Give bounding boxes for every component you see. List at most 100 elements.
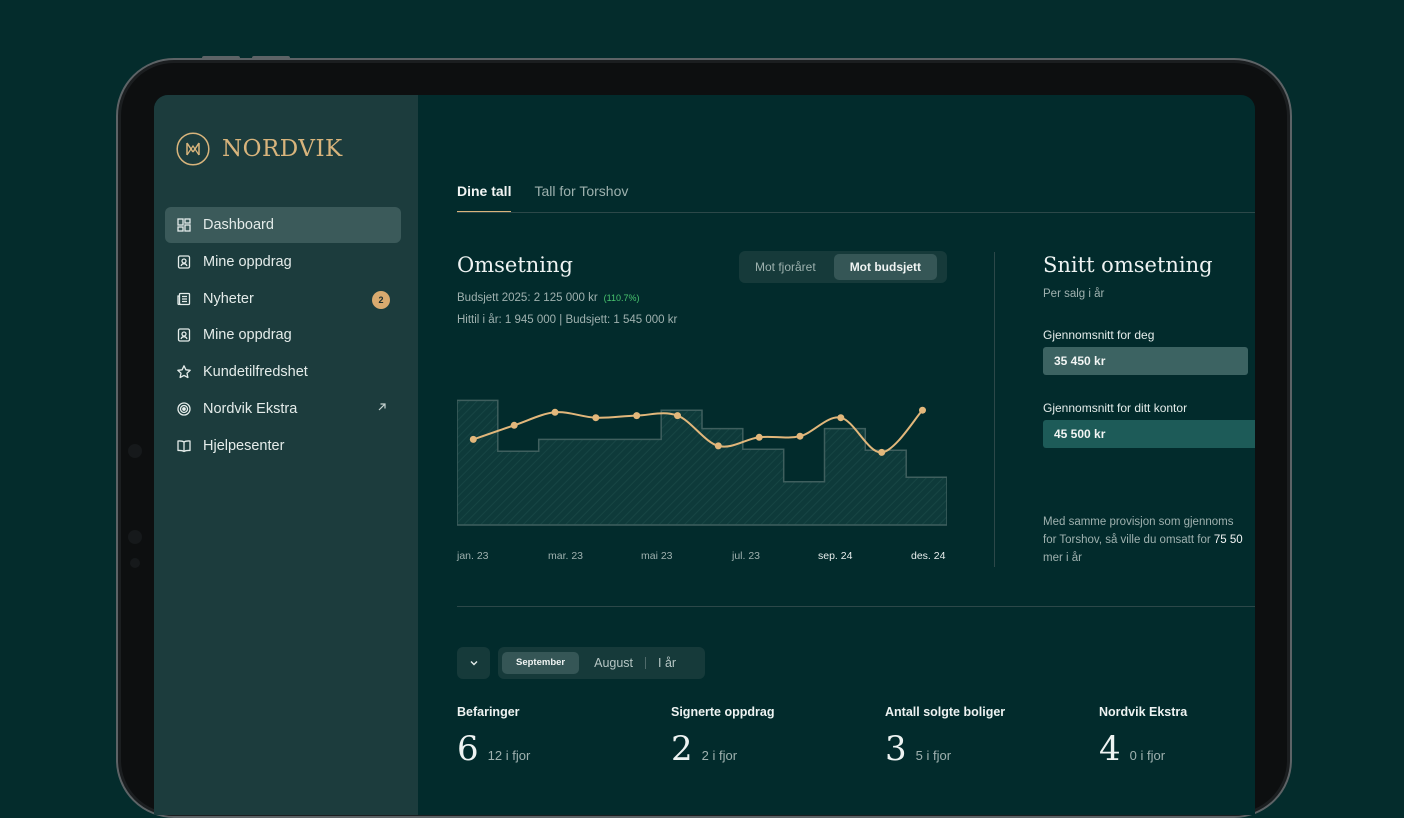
revenue-point[interactable]	[469, 435, 477, 443]
section-divider	[994, 252, 995, 567]
sidebar-item-label: Mine oppdrag	[203, 253, 292, 270]
toggle-mot-fjoraret[interactable]: Mot fjoråret	[739, 254, 832, 280]
stat-value: 4	[1099, 729, 1121, 769]
tab-tall-for-torshov[interactable]: Tall for Torshov	[534, 183, 628, 213]
revenue-point[interactable]	[633, 412, 641, 420]
you-average-bar: 35 450 kr	[1043, 347, 1248, 375]
x-tick-label: jan. 23	[457, 550, 489, 562]
revenue-point[interactable]	[592, 414, 600, 422]
sidebar-item-hjelpesenter[interactable]: Hjelpesenter	[165, 428, 401, 464]
id-badge-icon	[176, 254, 192, 270]
revenue-point[interactable]	[551, 408, 559, 416]
x-tick-label: mar. 23	[548, 550, 584, 562]
sidebar-item-label: Nyheter	[203, 290, 254, 307]
brand-name: NORDVIK	[222, 136, 343, 162]
device-button	[252, 56, 290, 60]
newspaper-icon	[176, 291, 192, 307]
period-separator	[645, 657, 647, 669]
stat-befaringer: Befaringer 6 12 i fjor	[457, 705, 530, 769]
sidebar-item-dashboard[interactable]: Dashboard	[165, 207, 401, 243]
revenue-point[interactable]	[837, 414, 845, 422]
comparison-toggle: Mot fjoråret Mot budsjett	[739, 251, 947, 283]
stat-previous: 12 i fjor	[487, 748, 531, 763]
budget-text: Budsjett 2025: 2 125 000 kr	[457, 292, 598, 304]
note-line: mer i år	[1043, 552, 1082, 564]
x-tick-label: jul. 23	[732, 550, 761, 562]
notification-badge: 2	[372, 290, 390, 309]
main-content: Dine tall Tall for Torshov Omsetning Bud…	[418, 95, 1255, 815]
x-tick-label: sep. 24	[818, 550, 853, 562]
revenue-point[interactable]	[755, 433, 763, 441]
snitt-subtitle: Per salg i år	[1043, 288, 1105, 300]
stat-value: 6	[457, 729, 479, 769]
x-tick-label: des. 24	[911, 550, 946, 562]
external-link-icon	[378, 403, 386, 411]
revenue-point[interactable]	[510, 421, 518, 429]
omsetning-chart	[457, 399, 947, 526]
period-i-ar[interactable]: I år	[658, 656, 676, 670]
toggle-mot-budsjett[interactable]: Mot budsjett	[833, 254, 938, 280]
omsetning-title: Omsetning	[457, 253, 573, 277]
device-sensor	[130, 558, 140, 568]
period-august[interactable]: August	[594, 656, 633, 670]
dashboard-icon	[176, 217, 192, 233]
revenue-point[interactable]	[796, 432, 804, 440]
you-label: Gjennomsnitt for deg	[1043, 328, 1155, 342]
sidebar-item-label: Mine oppdrag	[203, 327, 292, 344]
stat-nordvik-ekstra: Nordvik Ekstra 4 0 i fjor	[1099, 705, 1187, 769]
stat-previous: 5 i fjor	[915, 748, 952, 763]
stat-previous: 0 i fjor	[1129, 748, 1166, 763]
stat-label: Signerte oppdrag	[671, 705, 775, 719]
note-line: for Torshov, så ville du omsatt for 75 5…	[1043, 531, 1255, 549]
sidebar-item-label: Kundetilfredshet	[203, 364, 308, 381]
revenue-point[interactable]	[919, 406, 926, 414]
sidebar-item-mine-oppdrag[interactable]: Mine oppdrag	[165, 244, 401, 280]
period-dropdown[interactable]	[457, 647, 490, 679]
tab-bar: Dine tall Tall for Torshov	[457, 183, 651, 213]
tab-divider	[457, 212, 1255, 213]
star-icon	[176, 364, 192, 380]
sidebar: NORDVIK Dashboard Mine oppdrag Nyheter 2…	[154, 95, 418, 815]
office-label: Gjennomsnitt for ditt kontor	[1043, 401, 1188, 415]
x-tick-label: mai 23	[641, 550, 673, 562]
device-sensor	[128, 530, 142, 544]
sidebar-item-label: Nordvik Ekstra	[203, 400, 298, 417]
revenue-point[interactable]	[878, 448, 886, 456]
sidebar-item-nyheter[interactable]: Nyheter 2	[165, 281, 401, 317]
stat-signerte-oppdrag: Signerte oppdrag 2 2 i fjor	[671, 705, 774, 769]
sidebar-item-label: Hjelpesenter	[203, 437, 285, 454]
book-icon	[176, 438, 192, 454]
period-selector: September August I år	[498, 647, 705, 679]
sidebar-item-kundetilfredshet[interactable]: Kundetilfredshet	[165, 354, 401, 390]
stat-solgte-boliger: Antall solgte boliger 3 5 i fjor	[885, 705, 1005, 769]
device-button	[202, 56, 240, 60]
budget-percentage: (110.7%)	[603, 293, 640, 303]
device-sensor	[128, 444, 142, 458]
period-september[interactable]: September	[502, 652, 580, 674]
sidebar-item-mine-oppdrag-2[interactable]: Mine oppdrag	[165, 317, 401, 353]
nordvik-logo-icon	[176, 132, 210, 166]
id-badge-icon	[176, 327, 192, 343]
tab-dine-tall[interactable]: Dine tall	[457, 183, 512, 213]
commission-note: Med samme provisjon som gjennoms for Tor…	[1043, 513, 1255, 567]
section-divider	[457, 606, 1255, 607]
sidebar-item-label: Dashboard	[203, 217, 274, 233]
note-line: Med samme provisjon som gjennoms	[1043, 516, 1234, 528]
stat-label: Antall solgte boliger	[885, 705, 1006, 719]
stat-label: Befaringer	[457, 705, 520, 719]
revenue-point[interactable]	[674, 412, 681, 420]
stat-value: 3	[885, 729, 907, 769]
revenue-point[interactable]	[714, 442, 722, 450]
target-icon	[176, 401, 192, 417]
app-screen: NORDVIK Dashboard Mine oppdrag Nyheter 2…	[154, 95, 1255, 815]
office-average-bar: 45 500 kr	[1043, 420, 1255, 448]
ytd-line: Hittil i år: 1 945 000 | Budsjett: 1 545…	[457, 314, 678, 326]
sidebar-nav: Dashboard Mine oppdrag Nyheter 2 Mine op…	[165, 207, 401, 465]
stat-previous: 2 i fjor	[701, 748, 738, 763]
brand-logo[interactable]: NORDVIK	[176, 132, 343, 166]
note-amount: 75 50	[1213, 534, 1243, 546]
snitt-title: Snitt omsetning	[1043, 253, 1213, 277]
chevron-down-icon	[470, 661, 477, 666]
sidebar-item-nordvik-ekstra[interactable]: Nordvik Ekstra	[165, 391, 401, 427]
stat-value: 2	[671, 729, 693, 769]
